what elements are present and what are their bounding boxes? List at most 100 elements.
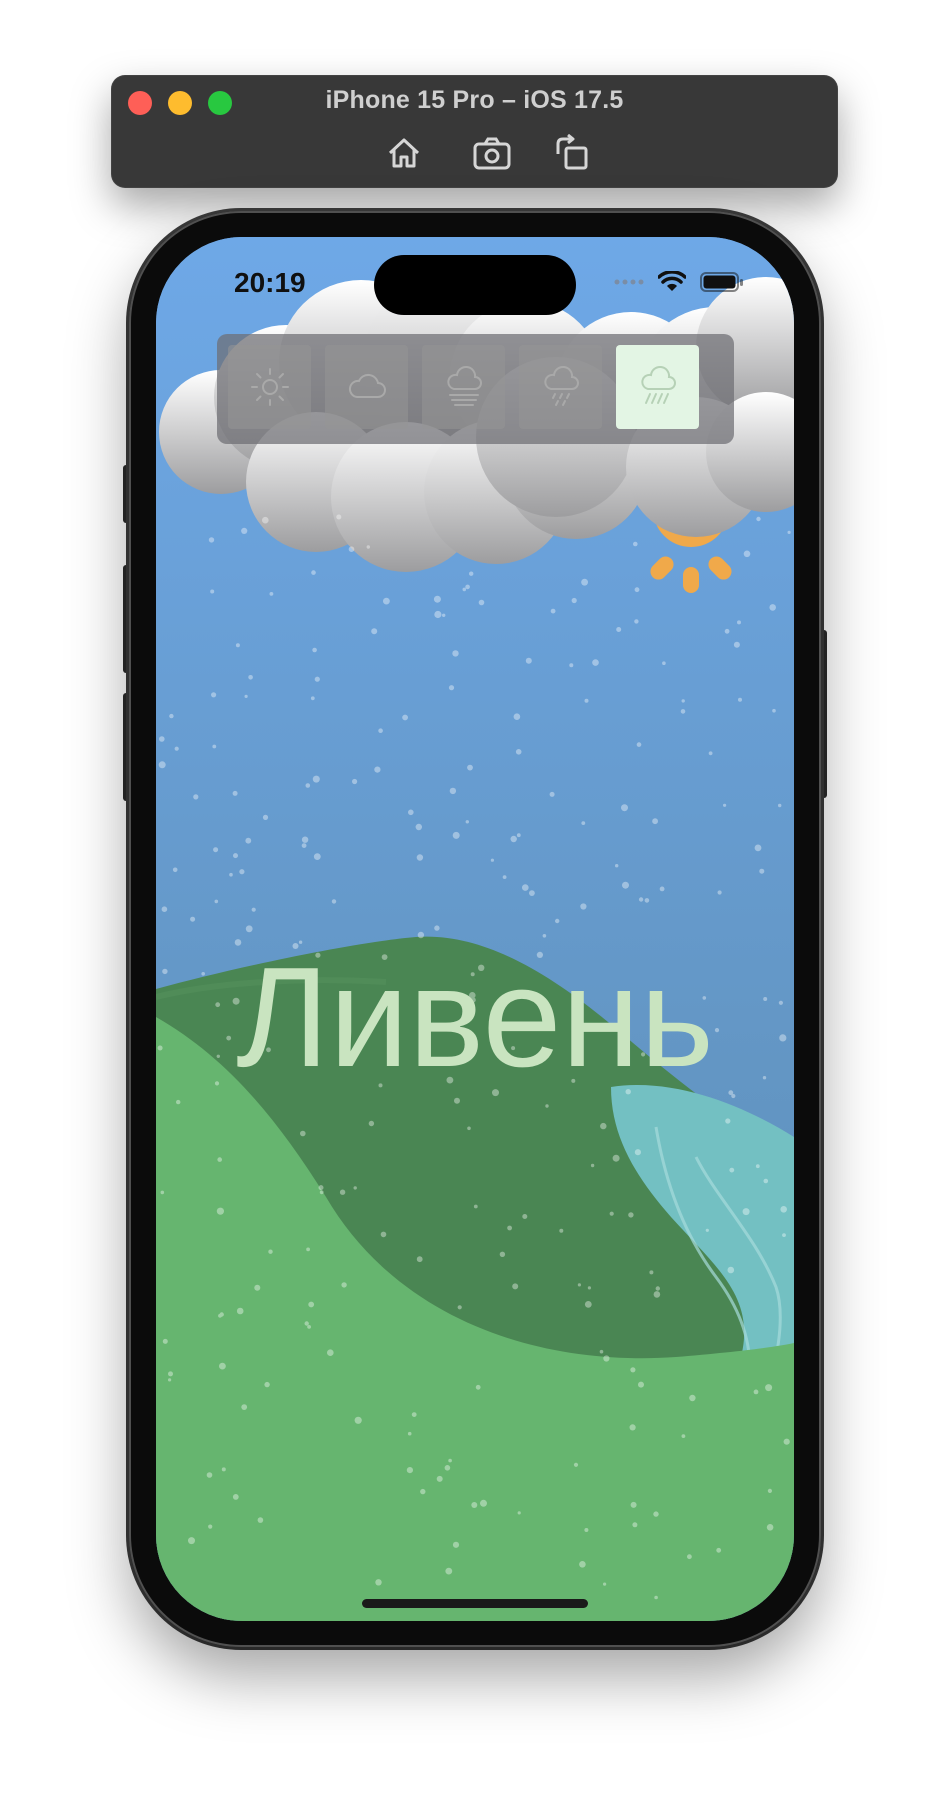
rain-drop — [188, 1537, 195, 1545]
rain-drop — [633, 541, 638, 547]
rain-drop — [305, 783, 311, 788]
rain-drop — [580, 903, 587, 910]
rain-drop — [629, 1424, 636, 1431]
rain-icon — [544, 366, 579, 406]
rain-drop — [232, 1494, 239, 1500]
weather-option-fog[interactable] — [422, 345, 505, 429]
rain-drop — [716, 1547, 722, 1553]
rain-drop — [555, 918, 560, 924]
rain-drop — [681, 1434, 686, 1438]
rain-drop — [729, 1167, 735, 1173]
rain-drop — [652, 818, 658, 825]
home-indicator[interactable] — [362, 1599, 588, 1608]
rain-drop — [465, 584, 470, 590]
weather-option-rain[interactable] — [519, 345, 602, 429]
weather-selector — [217, 334, 734, 444]
rain-drop — [407, 1431, 412, 1436]
rain-drop — [444, 1465, 451, 1471]
rain-drop — [615, 864, 619, 868]
rain-drop — [724, 628, 730, 634]
rain-drop — [318, 1185, 324, 1191]
rain-drop — [475, 1384, 481, 1390]
rain-drop — [406, 1467, 413, 1474]
rain-drop — [245, 925, 253, 933]
rain-drop — [233, 853, 238, 859]
rain-drop — [603, 1355, 610, 1362]
rain-drop — [634, 1149, 641, 1156]
sun-icon — [251, 368, 289, 406]
rain-drop — [559, 1228, 564, 1233]
screenshot-icon — [473, 137, 511, 170]
rain-drop — [581, 578, 588, 586]
rain-drop — [659, 886, 665, 892]
rain-drop — [383, 597, 390, 605]
rain-drop — [245, 837, 252, 844]
rain-drop — [264, 1381, 270, 1388]
rain-drop — [374, 766, 381, 773]
rain-drop — [756, 516, 761, 522]
rain-drop — [622, 881, 629, 889]
rain-drop — [780, 1206, 787, 1213]
rain-drop — [462, 587, 467, 592]
rain-drop — [743, 550, 751, 558]
rain-drop — [307, 1325, 311, 1329]
weather-option-cloud[interactable] — [325, 345, 408, 429]
rain-drop — [457, 1305, 462, 1310]
rain-drop — [313, 853, 321, 860]
wifi-icon — [658, 271, 686, 291]
rain-drop — [353, 1186, 357, 1190]
rain-drop — [782, 1233, 786, 1237]
rain-drop — [516, 833, 521, 838]
rain-drop — [314, 676, 320, 682]
rain-drop — [515, 749, 522, 755]
rain-drop — [753, 1389, 759, 1395]
rain-drop — [632, 1522, 638, 1528]
rain-drop — [174, 746, 179, 751]
rain-drop — [319, 1190, 324, 1195]
rain-drop — [235, 643, 240, 648]
rain-drop — [569, 663, 574, 668]
rain-drop — [217, 1157, 222, 1162]
screenshot-button[interactable] — [472, 134, 512, 172]
rain-drop — [371, 628, 378, 635]
rain-drop — [769, 604, 776, 611]
rain-drop — [584, 1301, 592, 1308]
rain-drop — [262, 814, 269, 821]
rain-drop — [211, 692, 217, 698]
rain-drop — [653, 1291, 661, 1298]
rain-drop — [742, 1208, 750, 1216]
cellular-icon — [614, 279, 644, 285]
rain-drop — [262, 516, 269, 524]
rotate-button[interactable] — [552, 133, 592, 172]
rain-drop — [160, 1190, 165, 1195]
rain-drop — [306, 1247, 310, 1252]
rain-drop — [525, 657, 532, 664]
rain-drop — [248, 675, 253, 680]
rain-drop — [545, 1104, 549, 1108]
rain-drop — [600, 1122, 607, 1130]
rain-drop — [587, 1286, 591, 1290]
rain-drop — [738, 697, 742, 702]
rain-drop — [411, 1412, 417, 1417]
rain-drop — [415, 823, 422, 831]
rain-drop — [352, 778, 358, 785]
home-icon — [388, 138, 420, 168]
rain-drop — [467, 764, 473, 771]
rain-drop — [442, 613, 446, 617]
weather-title: Ливень — [236, 938, 714, 1097]
rain-drop — [301, 843, 307, 848]
rain-drop — [176, 1099, 181, 1105]
rain-drop — [522, 884, 529, 891]
rain-drop — [378, 728, 383, 733]
rain-drop — [416, 1256, 423, 1263]
rain-drop — [251, 907, 256, 912]
rain-drop — [522, 1214, 528, 1219]
rain-drop — [708, 751, 713, 756]
weather-option-heavy-rain[interactable] — [616, 345, 699, 429]
rotate-icon — [556, 133, 588, 170]
rain-drop — [766, 1524, 774, 1531]
weather-option-sun[interactable] — [228, 345, 311, 429]
home-button[interactable] — [384, 134, 424, 172]
cloud-icon — [348, 373, 386, 398]
rain-drop — [636, 742, 642, 747]
